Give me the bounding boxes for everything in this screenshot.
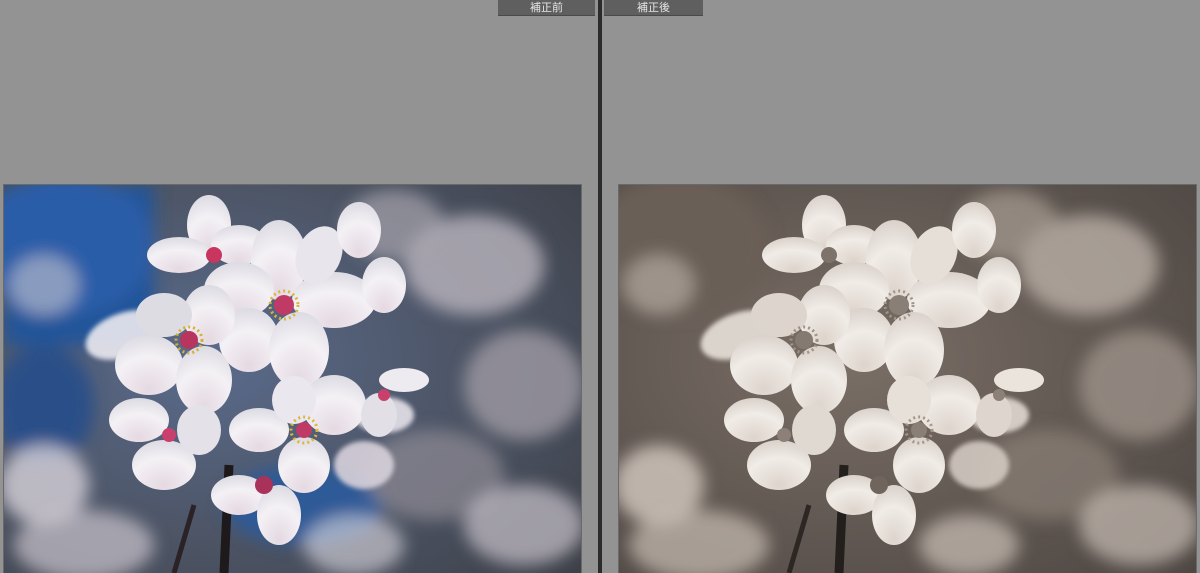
after-label: 補正後 xyxy=(604,0,703,16)
cherry-blossom-photo-icon xyxy=(4,185,581,573)
cherry-blossom-sepia-photo-icon xyxy=(619,185,1196,573)
after-photo[interactable] xyxy=(619,185,1196,573)
before-photo[interactable] xyxy=(4,185,581,573)
before-label: 補正前 xyxy=(498,0,595,16)
